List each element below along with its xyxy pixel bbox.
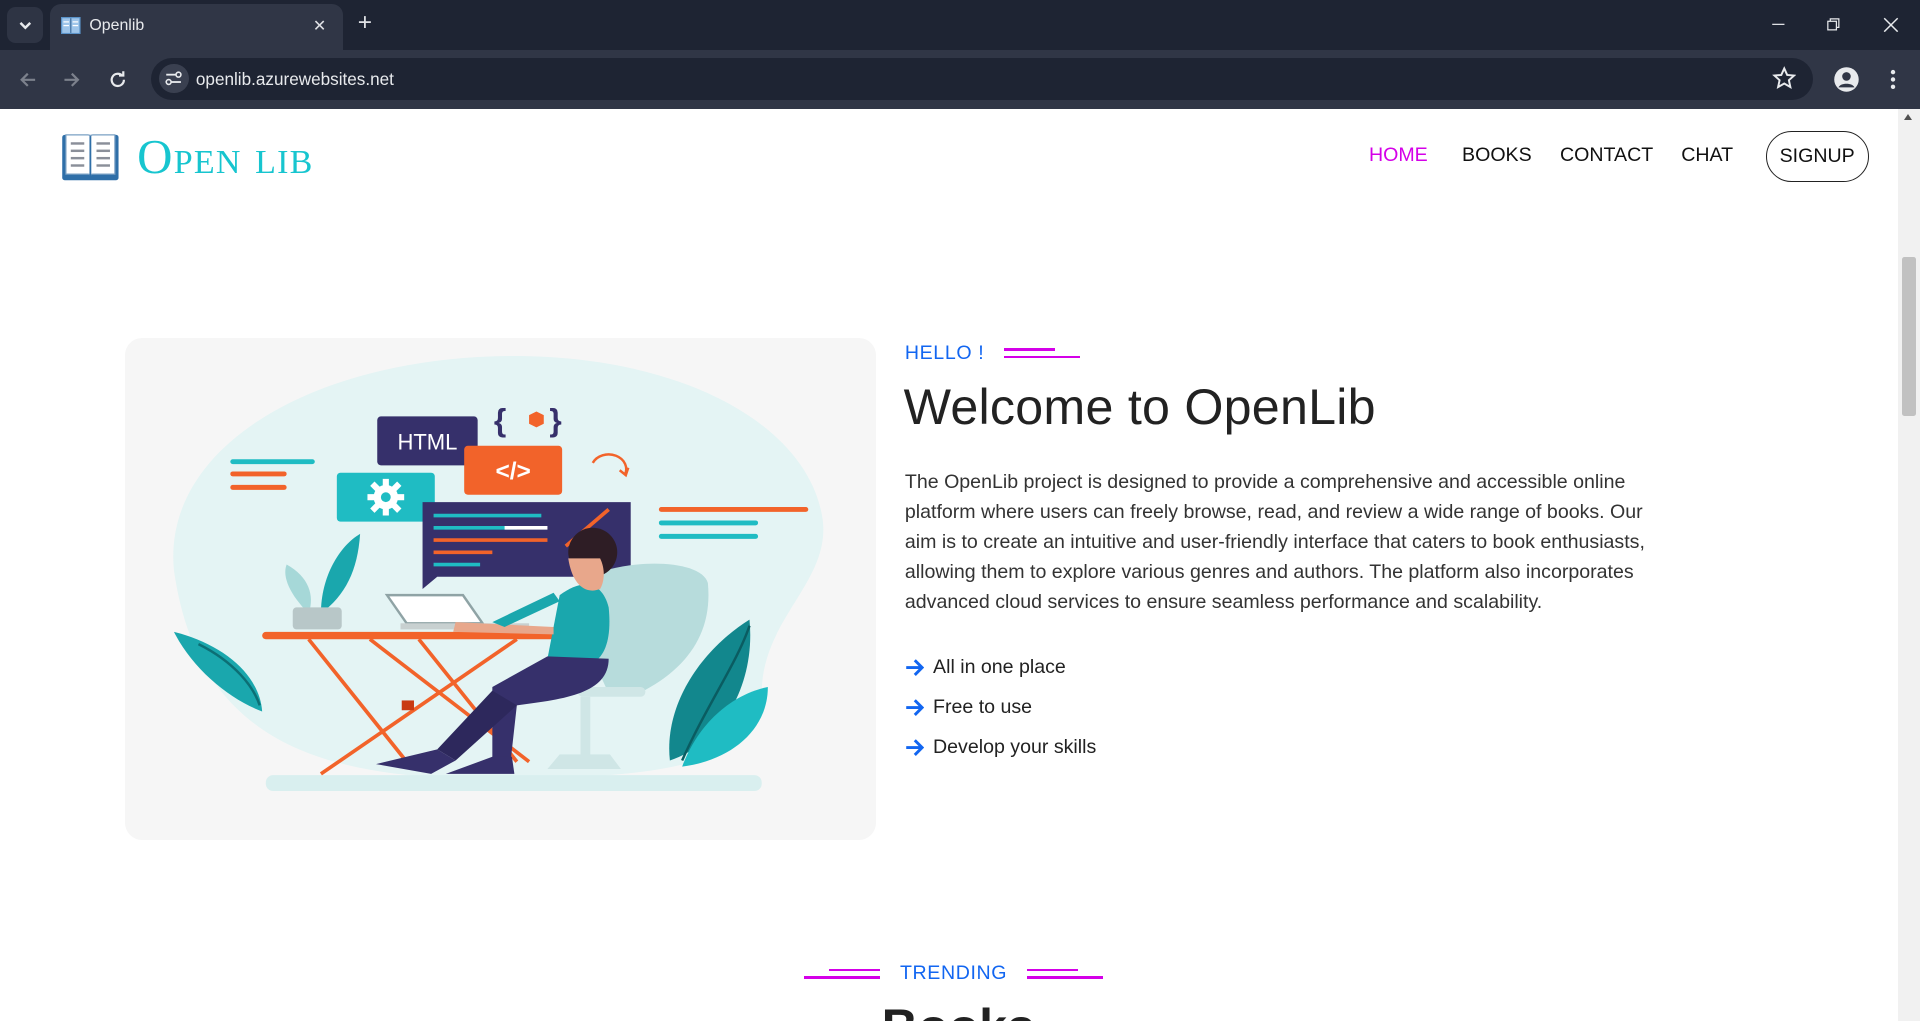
hero-title: Welcome to OpenLib [903, 379, 1376, 436]
trending-eyebrow-row: TRENDING [804, 962, 1103, 985]
kebab-menu-icon[interactable] [1882, 66, 1904, 93]
decorative-lines [1003, 346, 1080, 361]
arrow-right-icon [906, 699, 925, 717]
list-item: Free to use [905, 688, 1096, 728]
url-text[interactable]: openlib.azurewebsites.net [196, 69, 394, 90]
list-item: Develop your skills [905, 728, 1096, 768]
page-viewport: Open lib HOME BOOKS CONTACT CHAT SIGNUP [0, 108, 1898, 1021]
feature-label: Develop your skills [933, 736, 1097, 759]
hero-description: The OpenLib project is designed to provi… [904, 470, 1645, 613]
hero-illustration-card: HTML </> { } [124, 337, 876, 840]
trending-eyebrow: TRENDING [899, 962, 1008, 985]
profile-icon[interactable] [1833, 66, 1860, 93]
page-scrollbar[interactable] [1897, 108, 1920, 1021]
html-label: HTML [397, 429, 457, 454]
decorative-lines [1026, 967, 1103, 982]
list-item: All in one place [905, 648, 1096, 688]
back-icon[interactable] [15, 66, 42, 93]
feature-label: All in one place [933, 656, 1066, 679]
browser-tab[interactable]: Openlib ✕ [50, 3, 343, 51]
trending-heading: Books [882, 998, 1035, 1021]
plus-icon[interactable]: + [353, 10, 377, 38]
tab-title: Openlib [89, 17, 145, 35]
developer-illustration: HTML </> { } [173, 355, 824, 791]
browser-titlebar: Openlib ✕ + [0, 0, 1920, 51]
nav-home[interactable]: HOME [1369, 144, 1428, 167]
main-nav: HOME BOOKS CONTACT CHAT SIGNUP [0, 131, 1898, 183]
feature-list: All in one place Free to use Develop you… [905, 648, 1096, 768]
hello-eyebrow-row: HELLO ! [905, 342, 1080, 365]
minimize-icon[interactable] [1765, 11, 1792, 38]
hello-eyebrow: HELLO ! [904, 341, 985, 364]
forward-icon[interactable] [59, 66, 86, 93]
book-favicon-icon [61, 17, 81, 35]
code-label: </> [495, 458, 530, 485]
arrow-right-icon [906, 659, 925, 677]
close-icon[interactable]: ✕ [309, 15, 331, 37]
address-bar[interactable]: openlib.azurewebsites.net [150, 57, 1814, 101]
arrow-right-icon [906, 739, 925, 757]
decorative-lines [804, 967, 881, 982]
tab-search-button[interactable] [7, 7, 43, 43]
nav-chat[interactable]: CHAT [1681, 144, 1733, 167]
nav-contact[interactable]: CONTACT [1560, 144, 1653, 167]
scroll-thumb[interactable] [1901, 257, 1917, 417]
nav-books[interactable]: BOOKS [1462, 144, 1532, 167]
browser-toolbar: openlib.azurewebsites.net [0, 50, 1920, 109]
scroll-up-icon[interactable] [1904, 113, 1913, 120]
reload-icon[interactable] [104, 66, 131, 93]
feature-label: Free to use [933, 696, 1033, 719]
site-info-icon[interactable] [159, 63, 189, 94]
signup-button[interactable]: SIGNUP [1765, 131, 1869, 183]
restore-icon[interactable] [1820, 11, 1847, 38]
star-icon[interactable] [1771, 66, 1797, 90]
window-close-icon[interactable] [1877, 11, 1904, 38]
chevron-down-icon [19, 21, 31, 30]
